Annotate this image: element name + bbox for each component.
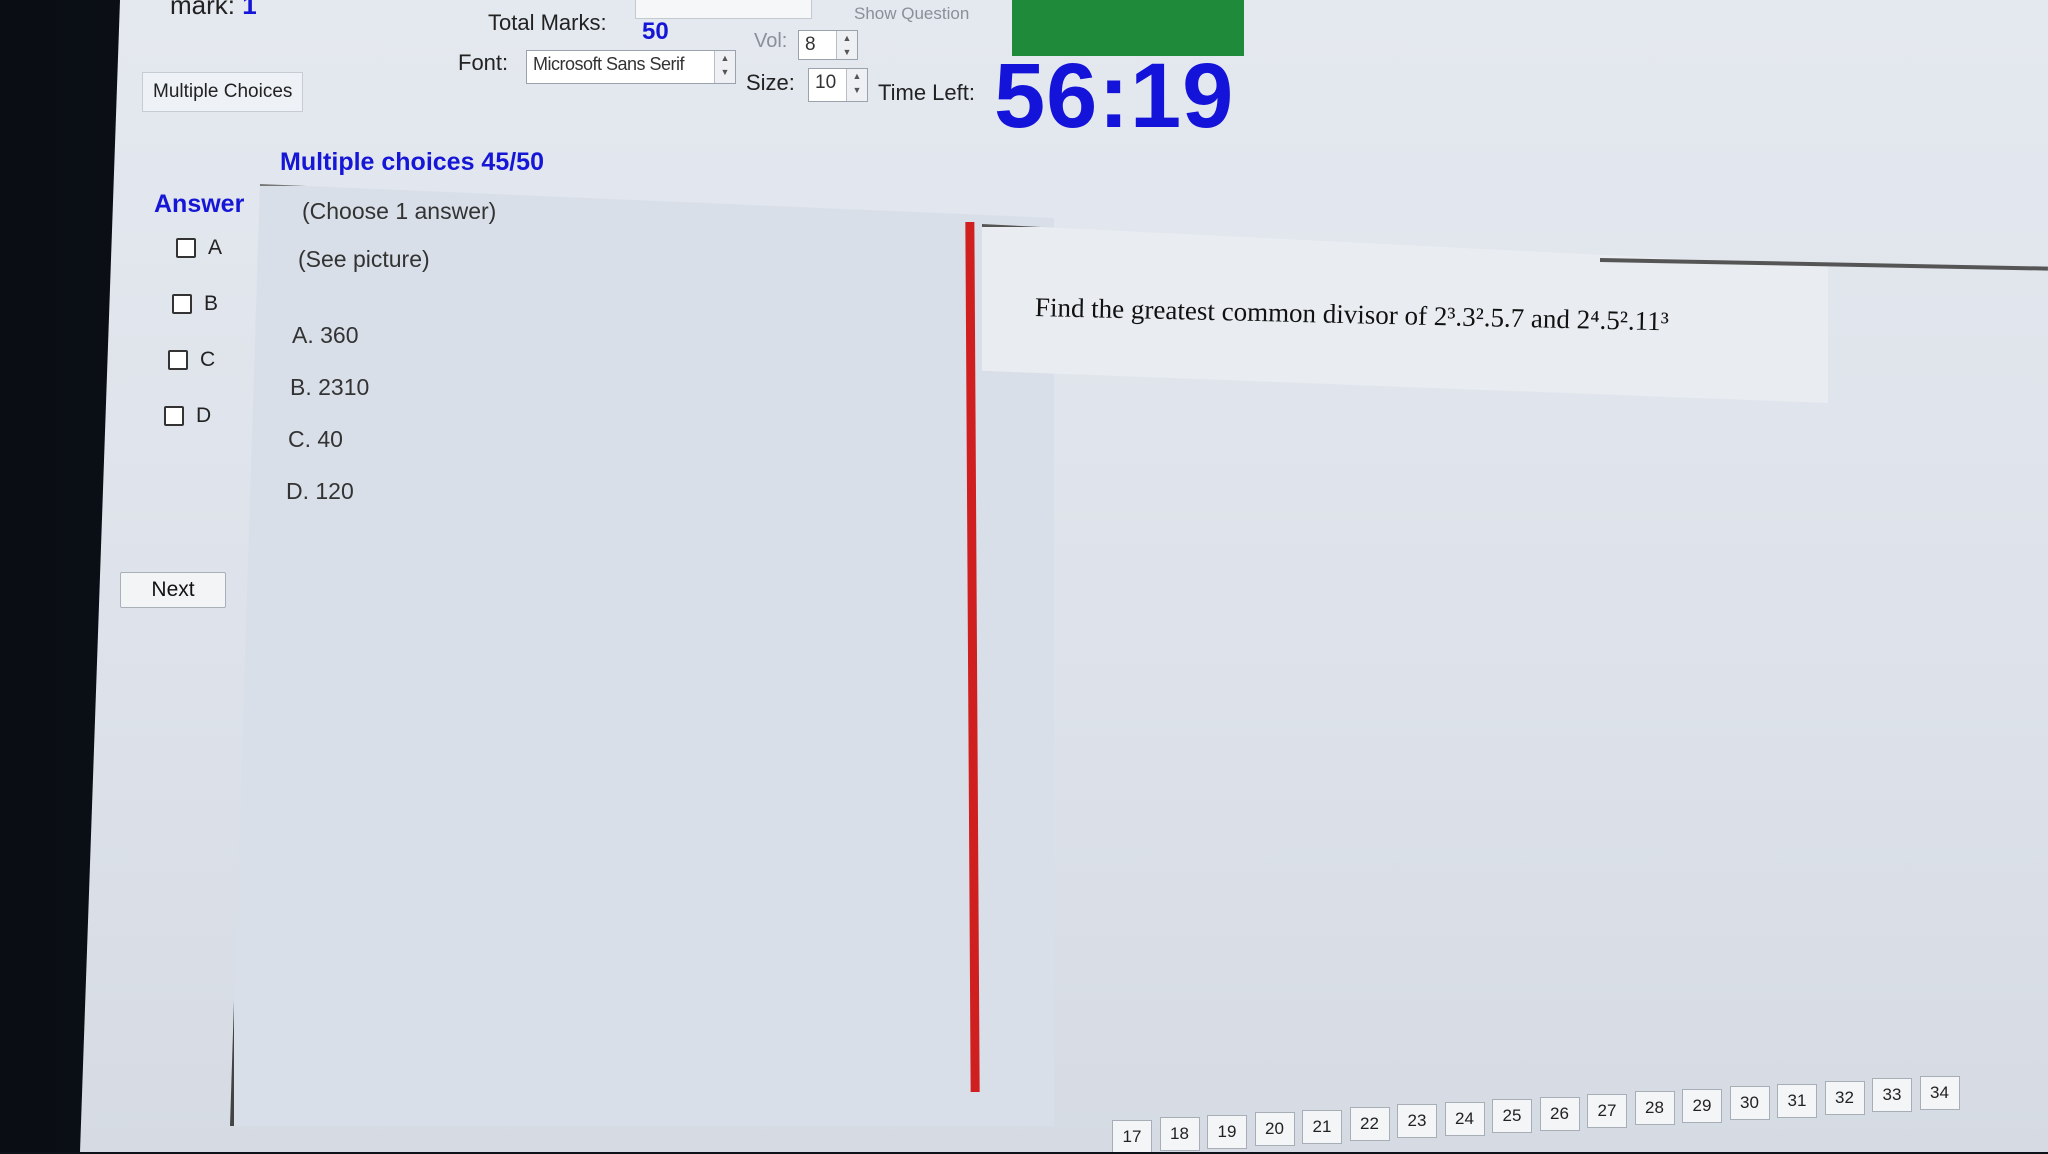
font-value: Microsoft Sans Serif [533,54,685,74]
exam-window: mark: 1 Total Marks: 50 Show Question Vo… [80,0,2048,1152]
choice-a: A. 360 [292,322,359,348]
page-button-26[interactable]: 26 [1539,1096,1580,1131]
choice-b: B. 2310 [290,374,370,400]
page-button-18[interactable]: 18 [1159,1117,1200,1152]
page-button-23[interactable]: 23 [1397,1104,1437,1139]
choice-c: C. 40 [288,426,343,452]
page-button-22[interactable]: 22 [1349,1107,1390,1141]
option-c-label: C [200,348,216,371]
page-button-25[interactable]: 25 [1492,1099,1532,1134]
checkbox-a[interactable] [176,238,196,258]
checkbox-b[interactable] [172,294,192,314]
mark-value: 1 [242,0,257,20]
mark-label: mark: 1 [170,0,257,21]
checkbox-c[interactable] [168,350,188,370]
size-spinner[interactable]: 10 ▲ ▼ [808,68,868,102]
spinner-arrows-icon[interactable]: ▲ ▼ [836,31,857,59]
page-button-28[interactable]: 28 [1634,1091,1675,1126]
page-button-24[interactable]: 24 [1444,1101,1485,1136]
total-marks-label: Total Marks: [488,10,607,35]
spinner-arrows-icon[interactable]: ▲ ▼ [714,51,735,83]
page-button-20[interactable]: 20 [1254,1112,1295,1147]
page-button-31[interactable]: 31 [1777,1083,1817,1118]
section-title: Multiple choices 45/50 [280,148,544,176]
tab-multiple-choices[interactable]: Multiple Choices [142,72,304,112]
page-button-30[interactable]: 30 [1729,1086,1770,1121]
page-button-21[interactable]: 21 [1302,1109,1342,1144]
question-input[interactable] [635,0,812,19]
option-d-label: D [196,404,212,427]
page-button-19[interactable]: 19 [1207,1114,1247,1149]
size-value: 10 [815,72,837,93]
countdown-timer: 56:19 [994,45,1235,147]
page-button-32[interactable]: 32 [1824,1081,1865,1115]
total-marks-value: 50 [642,18,669,45]
option-a-label: A [208,236,223,259]
next-button[interactable]: Next [120,572,226,608]
font-select[interactable]: Microsoft Sans Serif ▲ ▼ [526,50,736,84]
page-button-27[interactable]: 27 [1587,1094,1627,1128]
page-button-17[interactable]: 17 [1112,1120,1152,1152]
vol-label: Vol: [754,30,788,52]
page-button-34[interactable]: 34 [1919,1075,1960,1110]
spinner-arrows-icon[interactable]: ▲ ▼ [846,69,867,101]
mark-label-text: mark: [170,0,235,20]
vol-spinner[interactable]: 8 ▲ ▼ [798,30,858,60]
answer-heading: Answer [154,190,245,218]
option-b-label: B [204,292,219,315]
checkbox-d[interactable] [164,406,184,426]
page-button-29[interactable]: 29 [1682,1088,1722,1123]
choice-d: D. 120 [286,478,354,504]
time-left-label: Time Left: [878,80,975,105]
instruction-text: (Choose 1 answer) [302,198,497,224]
see-picture-text: (See picture) [298,246,430,272]
show-question-button[interactable]: Show Question [854,4,969,24]
page-button-33[interactable]: 33 [1872,1078,1912,1113]
font-label: Font: [458,50,509,75]
vol-value: 8 [805,34,816,55]
size-label: Size: [746,70,795,95]
